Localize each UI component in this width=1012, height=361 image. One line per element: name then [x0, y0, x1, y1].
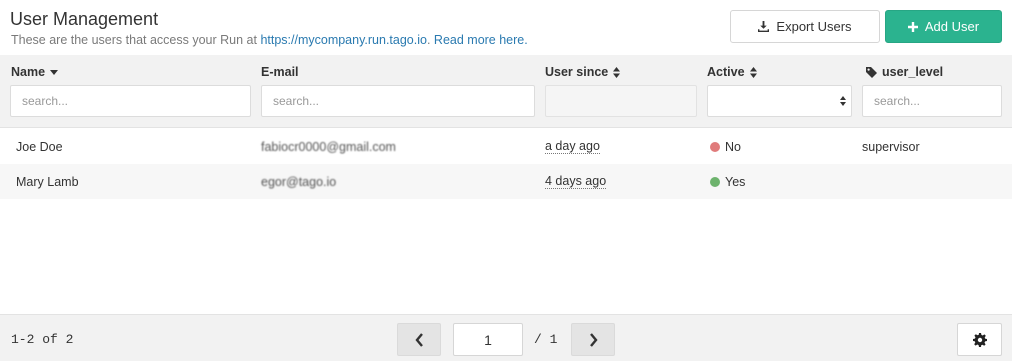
column-header-user-since[interactable]: User since — [545, 65, 621, 79]
add-user-label: Add User — [924, 19, 980, 34]
column-label-user-level: user_level — [882, 65, 944, 79]
table-row[interactable]: Joe Doe fabiocr0000@gmail.com a day ago … — [0, 129, 1012, 164]
active-status-text: Yes — [725, 174, 746, 189]
status-dot — [710, 176, 720, 187]
table-footer: 1-2 of 2 / 1 — [0, 314, 1012, 361]
table-row[interactable]: Mary Lamb egor@tago.io 4 days ago Yes — [0, 164, 1012, 199]
cell-name: Joe Doe — [16, 139, 63, 154]
user-level-search-input[interactable] — [862, 85, 1002, 117]
cell-user-level: supervisor — [862, 139, 920, 154]
subtitle-separator: . — [426, 33, 434, 47]
run-url-link[interactable]: https://mycompany.run.tago.io — [260, 33, 427, 47]
column-header-name[interactable]: Name — [11, 65, 59, 79]
column-label-email: E-mail — [261, 65, 299, 79]
read-more-link[interactable]: Read more here. — [434, 33, 528, 47]
export-users-label: Export Users — [776, 19, 852, 34]
page-title: User Management — [10, 9, 159, 29]
table-settings-button[interactable] — [957, 323, 1002, 356]
status-dot — [710, 141, 720, 152]
active-filter-select[interactable] — [707, 85, 852, 117]
result-count: 1-2 of 2 — [11, 332, 74, 347]
column-header-email[interactable]: E-mail — [261, 65, 299, 79]
select-arrows-icon — [840, 96, 846, 106]
cell-email: egor@tago.io — [261, 174, 337, 189]
chevron-right-icon — [589, 332, 598, 347]
column-label-user-since: User since — [545, 65, 609, 79]
active-status-text: No — [725, 139, 741, 154]
tag-icon — [866, 66, 877, 78]
page-header: User Management These are the users that… — [0, 0, 1012, 55]
user-management-page: User Management These are the users that… — [0, 0, 1012, 361]
column-header-user-level[interactable]: user_level — [866, 65, 943, 79]
column-label-active: Active — [707, 65, 745, 79]
download-icon — [758, 21, 770, 32]
cell-user-since: 4 days ago — [545, 174, 607, 189]
cell-active: No — [710, 129, 741, 164]
sort-icon — [613, 66, 621, 78]
page-number-input[interactable] — [453, 323, 523, 356]
page-total: / 1 — [534, 332, 558, 347]
gear-icon — [972, 332, 987, 347]
plus-icon — [907, 21, 918, 32]
name-search-input[interactable] — [10, 85, 251, 117]
subtitle-text: These are the users that access your Run… — [11, 33, 261, 47]
column-header-active[interactable]: Active — [707, 65, 757, 79]
table-header: Name E-mail User since Active user_level — [0, 55, 1012, 128]
cell-active: Yes — [710, 164, 745, 199]
cell-user-since: a day ago — [545, 139, 600, 154]
export-users-button[interactable]: Export Users — [730, 10, 880, 43]
sort-icon — [749, 66, 757, 78]
previous-page-button[interactable] — [397, 323, 441, 356]
user-since-filter — [545, 85, 697, 117]
email-search-input[interactable] — [261, 85, 535, 117]
add-user-button[interactable]: Add User — [885, 10, 1002, 43]
chevron-left-icon — [414, 332, 423, 347]
next-page-button[interactable] — [571, 323, 615, 356]
page-subtitle: These are the users that access your Run… — [11, 33, 528, 47]
column-label-name: Name — [11, 65, 46, 79]
caret-down-icon — [50, 69, 59, 75]
cell-email: fabiocr0000@gmail.com — [261, 139, 396, 154]
cell-name: Mary Lamb — [16, 174, 79, 189]
